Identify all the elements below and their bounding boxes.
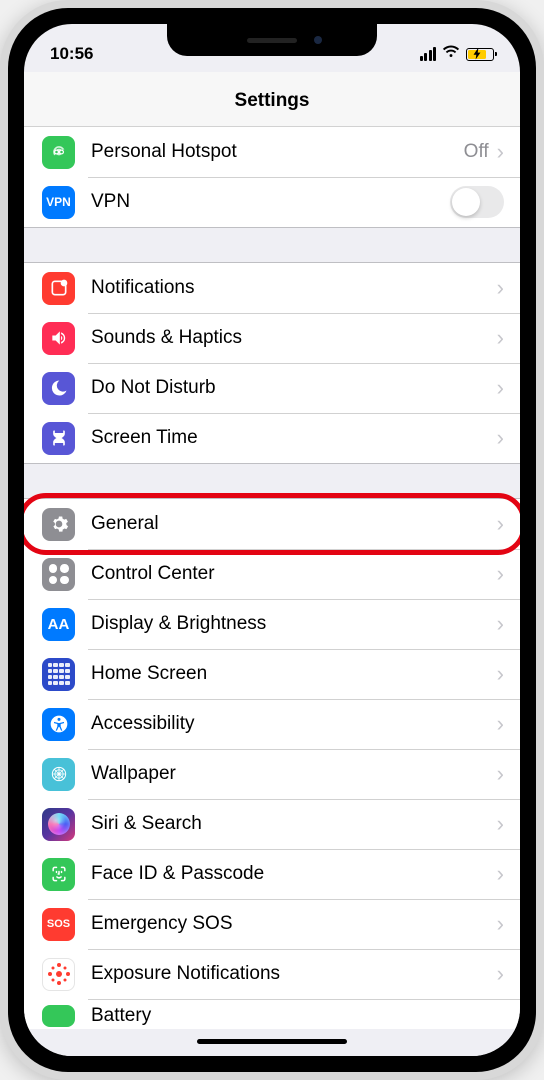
section-separator <box>24 463 520 499</box>
row-label: Wallpaper <box>91 763 497 785</box>
row-emergency-sos[interactable]: SOS Emergency SOS › <box>24 899 520 949</box>
section-separator <box>24 227 520 263</box>
row-general[interactable]: General › <box>24 499 520 549</box>
row-label: Accessibility <box>91 713 497 735</box>
status-time: 10:56 <box>50 44 93 64</box>
row-label: Display & Brightness <box>91 613 497 635</box>
chevron-right-icon: › <box>497 661 504 687</box>
home-screen-icon <box>42 658 75 691</box>
row-label: Sounds & Haptics <box>91 327 497 349</box>
row-screen-time[interactable]: Screen Time › <box>24 413 520 463</box>
navigation-bar: Settings <box>24 72 520 127</box>
settings-content[interactable]: Personal Hotspot Off › VPN VPN <box>24 127 520 1056</box>
chevron-right-icon: › <box>497 139 504 165</box>
row-label: Do Not Disturb <box>91 377 497 399</box>
siri-icon <box>42 808 75 841</box>
control-center-icon <box>42 558 75 591</box>
row-label: Battery <box>91 1005 504 1027</box>
row-value: Off <box>464 141 489 163</box>
row-label: Face ID & Passcode <box>91 863 497 885</box>
exposure-notifications-icon <box>42 958 75 991</box>
general-icon <box>42 508 75 541</box>
chevron-right-icon: › <box>497 711 504 737</box>
page-title: Settings <box>24 90 520 112</box>
row-notifications[interactable]: Notifications › <box>24 263 520 313</box>
notch <box>167 24 377 56</box>
row-label: Home Screen <box>91 663 497 685</box>
chevron-right-icon: › <box>497 961 504 987</box>
row-label: Siri & Search <box>91 813 497 835</box>
do-not-disturb-icon <box>42 372 75 405</box>
screen: 10:56 Setting <box>24 24 520 1056</box>
home-indicator[interactable] <box>197 1039 347 1044</box>
chevron-right-icon: › <box>497 611 504 637</box>
emergency-sos-icon: SOS <box>42 908 75 941</box>
chevron-right-icon: › <box>497 911 504 937</box>
personal-hotspot-icon <box>42 136 75 169</box>
row-label: Control Center <box>91 563 497 585</box>
chevron-right-icon: › <box>497 561 504 587</box>
row-home-screen[interactable]: Home Screen › <box>24 649 520 699</box>
face-id-icon <box>42 858 75 891</box>
vpn-icon: VPN <box>42 186 75 219</box>
row-display-brightness[interactable]: AA Display & Brightness › <box>24 599 520 649</box>
chevron-right-icon: › <box>497 761 504 787</box>
wallpaper-icon <box>42 758 75 791</box>
row-vpn[interactable]: VPN VPN <box>24 177 520 227</box>
row-wallpaper[interactable]: Wallpaper › <box>24 749 520 799</box>
row-label: Emergency SOS <box>91 913 497 935</box>
wifi-icon <box>442 45 460 64</box>
row-label: Exposure Notifications <box>91 963 497 985</box>
battery-settings-icon <box>42 1005 75 1027</box>
sounds-icon <box>42 322 75 355</box>
row-battery[interactable]: Battery <box>24 999 520 1029</box>
phone-bezel: 10:56 Setting <box>8 8 536 1072</box>
settings-section: Notifications › Sounds & Haptics › <box>24 263 520 463</box>
display-brightness-icon: AA <box>42 608 75 641</box>
earpiece-speaker <box>247 38 297 43</box>
vpn-toggle[interactable] <box>450 186 504 218</box>
row-label: General <box>91 513 497 535</box>
row-do-not-disturb[interactable]: Do Not Disturb › <box>24 363 520 413</box>
notifications-icon <box>42 272 75 305</box>
chevron-right-icon: › <box>497 511 504 537</box>
row-label: VPN <box>91 191 450 213</box>
row-label: Screen Time <box>91 427 497 449</box>
settings-section: General › Control Center › AA Display & … <box>24 499 520 1029</box>
battery-icon <box>466 48 494 61</box>
chevron-right-icon: › <box>497 811 504 837</box>
cellular-signal-icon <box>420 47 437 61</box>
chevron-right-icon: › <box>497 275 504 301</box>
settings-section: Personal Hotspot Off › VPN VPN <box>24 127 520 227</box>
status-icons <box>420 45 495 64</box>
row-label: Personal Hotspot <box>91 141 464 163</box>
row-control-center[interactable]: Control Center › <box>24 549 520 599</box>
row-sounds-haptics[interactable]: Sounds & Haptics › <box>24 313 520 363</box>
chevron-right-icon: › <box>497 325 504 351</box>
row-personal-hotspot[interactable]: Personal Hotspot Off › <box>24 127 520 177</box>
row-label: Notifications <box>91 277 497 299</box>
chevron-right-icon: › <box>497 375 504 401</box>
chevron-right-icon: › <box>497 425 504 451</box>
row-face-id-passcode[interactable]: Face ID & Passcode › <box>24 849 520 899</box>
screen-time-icon <box>42 422 75 455</box>
toggle-knob <box>452 188 480 216</box>
row-siri-search[interactable]: Siri & Search › <box>24 799 520 849</box>
chevron-right-icon: › <box>497 861 504 887</box>
row-exposure-notifications[interactable]: Exposure Notifications › <box>24 949 520 999</box>
row-accessibility[interactable]: Accessibility › <box>24 699 520 749</box>
front-camera <box>314 36 322 44</box>
phone-frame: 10:56 Setting <box>0 0 544 1080</box>
accessibility-icon <box>42 708 75 741</box>
